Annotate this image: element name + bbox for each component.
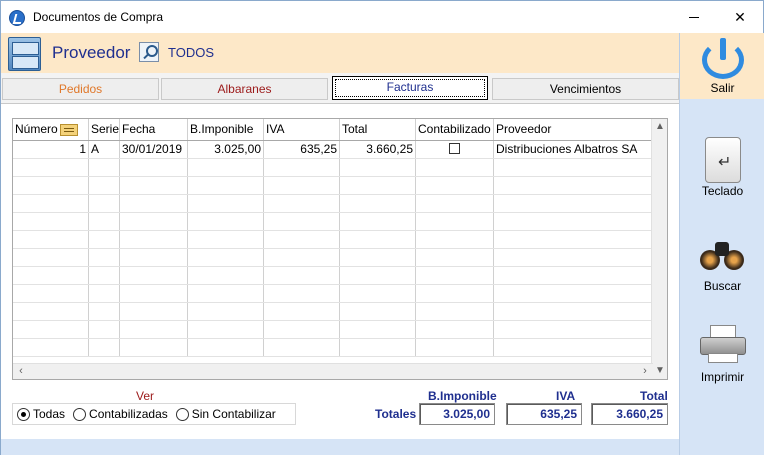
- column-header-contabilizado[interactable]: Contabilizado: [416, 119, 494, 140]
- column-header-numero[interactable]: Número: [13, 119, 89, 140]
- column-header-proveedor[interactable]: Proveedor: [494, 119, 653, 140]
- card-icon: [59, 123, 78, 136]
- totals-header-base: B.Imponible: [428, 389, 497, 403]
- column-header-iva[interactable]: IVA: [264, 119, 340, 140]
- tab-facturas[interactable]: Facturas: [332, 76, 488, 100]
- table-row[interactable]: [13, 321, 653, 339]
- table-row[interactable]: [13, 285, 653, 303]
- scroll-left-icon[interactable]: ‹: [13, 364, 29, 379]
- search-icon[interactable]: [139, 42, 159, 62]
- minimize-button[interactable]: [671, 3, 717, 31]
- header-bar: Proveedor TODOS: [1, 33, 679, 73]
- title-bar: Documentos de Compra ✕: [1, 1, 763, 33]
- radio-button[interactable]: [73, 407, 87, 421]
- table-row[interactable]: [13, 267, 653, 285]
- filter-radio-group: Todas Contabilizadas Sin Contabilizar: [12, 403, 296, 425]
- radio-sin-contabilizar[interactable]: Sin Contabilizar: [175, 407, 276, 421]
- status-strip: [1, 439, 679, 455]
- column-header-fecha[interactable]: Fecha: [120, 119, 188, 140]
- table-row[interactable]: [13, 159, 653, 177]
- totals-label: Totales: [375, 407, 417, 421]
- print-label: Imprimir: [700, 370, 745, 384]
- cell-contabilizado: [416, 141, 494, 158]
- actions-panel: Salir Teclado Buscar Imprimir: [679, 33, 764, 455]
- cell-serie: A: [89, 141, 120, 158]
- horizontal-scrollbar[interactable]: ‹ ›: [13, 363, 653, 379]
- cell-proveedor: Distribuciones Albatros SA: [496, 142, 638, 156]
- window: Documentos de Compra ✕ Proveedor TODOS P…: [0, 0, 764, 455]
- scroll-right-icon[interactable]: ›: [637, 364, 653, 379]
- table-row[interactable]: [13, 339, 653, 357]
- keyboard-icon: [705, 137, 741, 183]
- binoculars-icon: [697, 242, 747, 270]
- table-row[interactable]: [13, 177, 653, 195]
- keyboard-label: Teclado: [701, 184, 744, 198]
- total-total-field: 3.660,25: [591, 403, 668, 425]
- tab-albaranes[interactable]: Albaranes: [161, 78, 328, 100]
- close-button[interactable]: ✕: [717, 3, 763, 31]
- contabilizado-checkbox[interactable]: [449, 143, 460, 155]
- total-iva-field: 635,25: [506, 403, 582, 425]
- cell-total: 3.660,25: [340, 141, 416, 158]
- app-icon: [9, 10, 25, 26]
- cell-numero: 1: [13, 141, 89, 158]
- supplier-value: TODOS: [168, 45, 214, 60]
- table-row[interactable]: [13, 231, 653, 249]
- total-base-field: 3.025,00: [419, 403, 495, 425]
- scroll-up-icon[interactable]: ▲: [652, 119, 667, 135]
- totals-header-iva: IVA: [556, 389, 576, 403]
- scroll-down-icon[interactable]: ▼: [652, 363, 667, 379]
- radio-todas[interactable]: Todas: [17, 407, 65, 421]
- table-row[interactable]: [13, 303, 653, 321]
- tab-vencimientos[interactable]: Vencimientos: [492, 78, 679, 100]
- cell-fecha: 30/01/2019: [120, 141, 188, 158]
- printer-icon: [700, 325, 746, 365]
- vertical-scrollbar[interactable]: ▲ ▼: [651, 119, 667, 379]
- column-header-serie[interactable]: Serie: [89, 119, 120, 140]
- column-header-total[interactable]: Total: [340, 119, 416, 140]
- tab-pedidos[interactable]: Pedidos: [2, 78, 159, 100]
- search-label: Buscar: [703, 279, 742, 293]
- column-header-base[interactable]: B.Imponible: [188, 119, 264, 140]
- radio-contabilizadas[interactable]: Contabilizadas: [73, 407, 168, 421]
- cell-iva: 635,25: [264, 141, 340, 158]
- window-title: Documentos de Compra: [33, 10, 164, 24]
- power-icon: [700, 38, 746, 80]
- table-row[interactable]: [13, 195, 653, 213]
- radio-button[interactable]: [17, 407, 30, 421]
- invoices-panel: Número Serie Fecha B.Imponible IVA Total…: [1, 103, 679, 439]
- radio-button[interactable]: [175, 407, 189, 421]
- exit-label: Salir: [710, 81, 735, 95]
- table-row[interactable]: [13, 249, 653, 267]
- filter-label: Ver: [136, 389, 155, 403]
- drawer-icon: [8, 37, 41, 71]
- table-row[interactable]: 1 A 30/01/2019 3.025,00 635,25 3.660,25 …: [13, 141, 653, 159]
- supplier-label: Proveedor: [52, 43, 131, 62]
- table-row[interactable]: [13, 213, 653, 231]
- invoices-grid[interactable]: Número Serie Fecha B.Imponible IVA Total…: [12, 118, 668, 380]
- tab-bar: Pedidos Albaranes Facturas Vencimientos: [1, 73, 679, 103]
- grid-header: Número Serie Fecha B.Imponible IVA Total…: [13, 119, 653, 141]
- cell-base: 3.025,00: [188, 141, 264, 158]
- totals-header-total: Total: [640, 389, 668, 403]
